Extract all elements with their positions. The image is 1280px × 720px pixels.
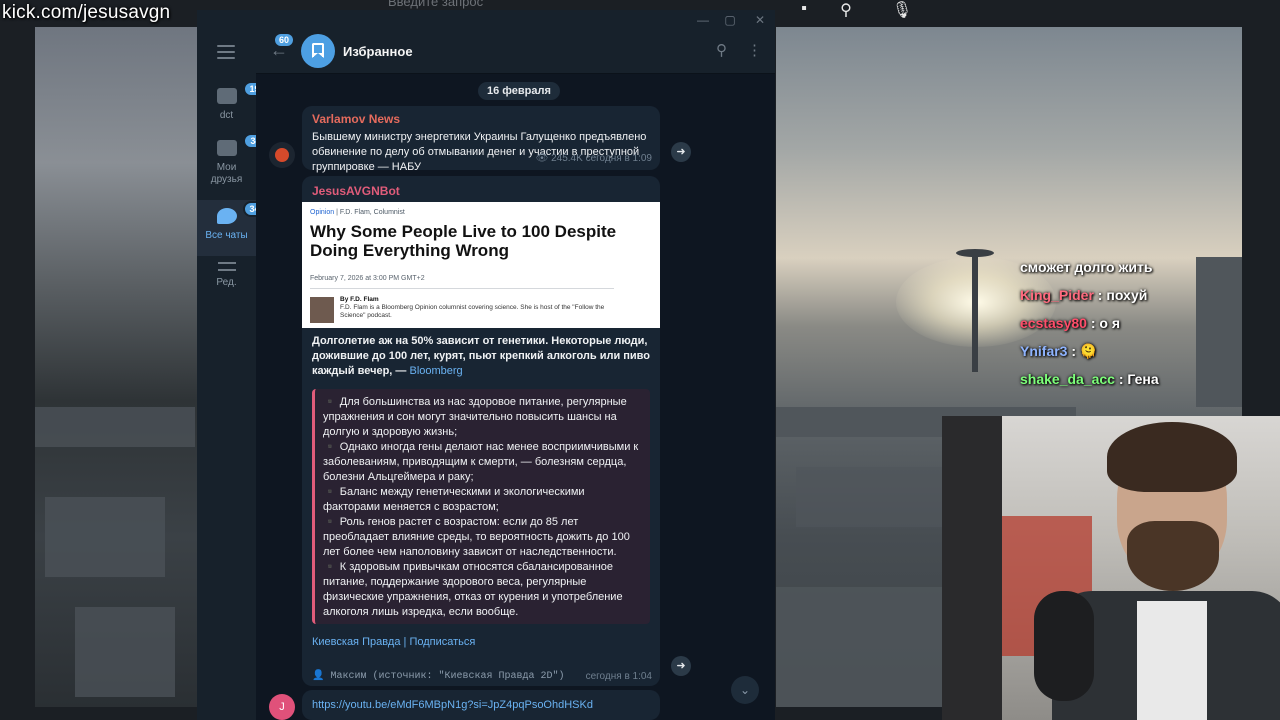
article-screenshot[interactable]: Opinion | F.D. Flam, Columnist Why Some … xyxy=(302,202,660,328)
bloomberg-link[interactable]: Bloomberg xyxy=(409,365,462,377)
quote-item: ▪️ Однако иногда гены делают нас менее в… xyxy=(323,441,639,483)
views-icon: 👁 xyxy=(535,153,549,164)
microphone xyxy=(1034,591,1094,701)
folder-friends[interactable]: 34 Мои друзья xyxy=(197,133,269,198)
folder-edit[interactable]: Ред. xyxy=(197,262,256,302)
view-count: 245.4K xyxy=(551,153,583,164)
message-meta: 👁 245.4K сегодня в 1:09 xyxy=(536,153,652,164)
quote-block: ▪️ Для большинства из нас здоровое питан… xyxy=(312,389,650,624)
menu-icon[interactable] xyxy=(217,45,235,63)
chat-message: Гена xyxy=(1127,371,1159,387)
more-vertical-icon[interactable]: ⋮ xyxy=(747,41,762,59)
message-time: сегодня в 1:09 xyxy=(585,153,652,164)
saved-messages-avatar xyxy=(301,34,335,68)
chats-icon: 341 xyxy=(216,201,272,224)
microphone-icon[interactable]: 🎙 xyxy=(888,0,916,19)
folder-label: dct xyxy=(219,110,234,121)
chat-username: ecstasy80 xyxy=(1020,315,1087,331)
chat-message: 🫠 xyxy=(1079,343,1098,359)
square-icon: ▪ xyxy=(801,0,807,17)
folder-label: Ред. xyxy=(216,277,237,288)
message-bubble: https://youtu.be/eMdF6MBpN1g?si=JpZ4pqPs… xyxy=(302,690,660,720)
channel-links[interactable]: Киевская Правда | Подписаться xyxy=(312,636,650,648)
close-button[interactable]: ✕ xyxy=(752,12,768,28)
author-photo xyxy=(310,297,334,323)
sliders-icon xyxy=(217,262,236,271)
folder-icon: 34 xyxy=(216,133,269,156)
article-kicker: Opinion | F.D. Flam, Columnist xyxy=(310,209,405,216)
back-unread-badge: 60 xyxy=(275,34,294,46)
article-date: February 7, 2026 at 3:00 PM GMT+2 xyxy=(310,275,425,282)
scroll-down-button[interactable]: ⌄ xyxy=(731,676,759,704)
chat-message: похуй xyxy=(1106,287,1148,303)
quote-item: ▪️ Баланс между генетическими и экологич… xyxy=(323,486,585,513)
quote-item: ▪️ Роль генов растет с возрастом: если д… xyxy=(323,516,630,558)
channel-avatar[interactable] xyxy=(269,142,295,168)
window-titlebar: — ▢ ✕ xyxy=(197,10,775,30)
search-placeholder: Введите запрос xyxy=(388,0,484,9)
date-separator: 16 февраля xyxy=(478,82,560,100)
maximize-button[interactable]: ▢ xyxy=(722,12,738,28)
search-icon[interactable]: ⚲ xyxy=(716,41,727,59)
folder-sidebar: 190 dct 34 Мои друзья 341 Все чаты Ред. xyxy=(197,30,272,720)
message-bubble: Varlamov News Бывшему министру энергетик… xyxy=(302,106,660,173)
forward-icon[interactable]: ➜ xyxy=(671,656,691,676)
folder-label: Все чаты xyxy=(205,230,248,241)
message-time: сегодня в 1:04 xyxy=(585,671,652,682)
telegram-window: — ▢ ✕ 190 dct 34 Мои друзья 341 Все чаты… xyxy=(197,10,775,720)
article-byline: By F.D. Flam F.D. Flam is a Bloomberg Opi… xyxy=(340,296,605,319)
chat-header: ← 60 Избранное ⚲ ⋮ xyxy=(256,30,775,74)
background-video-left xyxy=(35,27,200,707)
quote-item: ▪️ Для большинства из нас здоровое питан… xyxy=(323,396,627,438)
chat-username: King_Pider xyxy=(1020,287,1094,303)
chat-username: Ynifar3 xyxy=(1020,343,1068,359)
webcam-feed xyxy=(942,416,1280,720)
user-avatar[interactable]: J xyxy=(269,694,295,720)
stream-watermark: kick.com/jesusavgn xyxy=(2,2,171,23)
chat-message: о я xyxy=(1099,315,1121,331)
chat-line-top: сможет долго жить xyxy=(1020,259,1153,275)
minimize-button[interactable]: — xyxy=(695,12,711,28)
search-icon[interactable]: ⚲ xyxy=(832,0,860,19)
source-line: 👤 Максим (источник: "Киевская Правда 2D"… xyxy=(312,671,565,682)
chat-username: shake_da_acc xyxy=(1020,371,1115,387)
message-bubble: JesusAVGNBot Opinion | F.D. Flam, Column… xyxy=(302,176,660,686)
chat-line: ecstasy80 : о я xyxy=(1020,315,1121,331)
stream-chat-overlay: сможет долго жить King_Pider : похуй ecs… xyxy=(1020,253,1245,393)
article-headline: Why Some People Live to 100 Despite Doin… xyxy=(310,222,617,260)
chat-line: Ynifar3 : 🫠 xyxy=(1020,343,1098,359)
quote-item: ▪️ К здоровым привычкам относятся сбалан… xyxy=(323,561,623,618)
folder-dct[interactable]: 190 dct xyxy=(197,81,272,138)
chat-title[interactable]: Избранное xyxy=(343,44,413,59)
folder-label: Мои друзья xyxy=(210,162,243,185)
message-list: 16 февраля Varlamov News Бывшему министр… xyxy=(256,74,775,720)
youtube-link[interactable]: https://youtu.be/eMdF6MBpN1g?si=JpZ4pqPs… xyxy=(312,698,650,713)
folder-icon: 190 xyxy=(216,81,272,104)
folder-all-chats[interactable]: 341 Все чаты xyxy=(197,200,272,256)
sender-name[interactable]: Varlamov News xyxy=(312,112,650,126)
chat-line: King_Pider : похуй xyxy=(1020,287,1148,303)
chat-line: shake_da_acc : Гена xyxy=(1020,371,1159,387)
message-lead: Долголетие аж на 50% зависит от генетики… xyxy=(312,335,651,377)
forward-icon[interactable]: ➜ xyxy=(671,142,691,162)
sender-name[interactable]: JesusAVGNBot xyxy=(312,184,650,198)
